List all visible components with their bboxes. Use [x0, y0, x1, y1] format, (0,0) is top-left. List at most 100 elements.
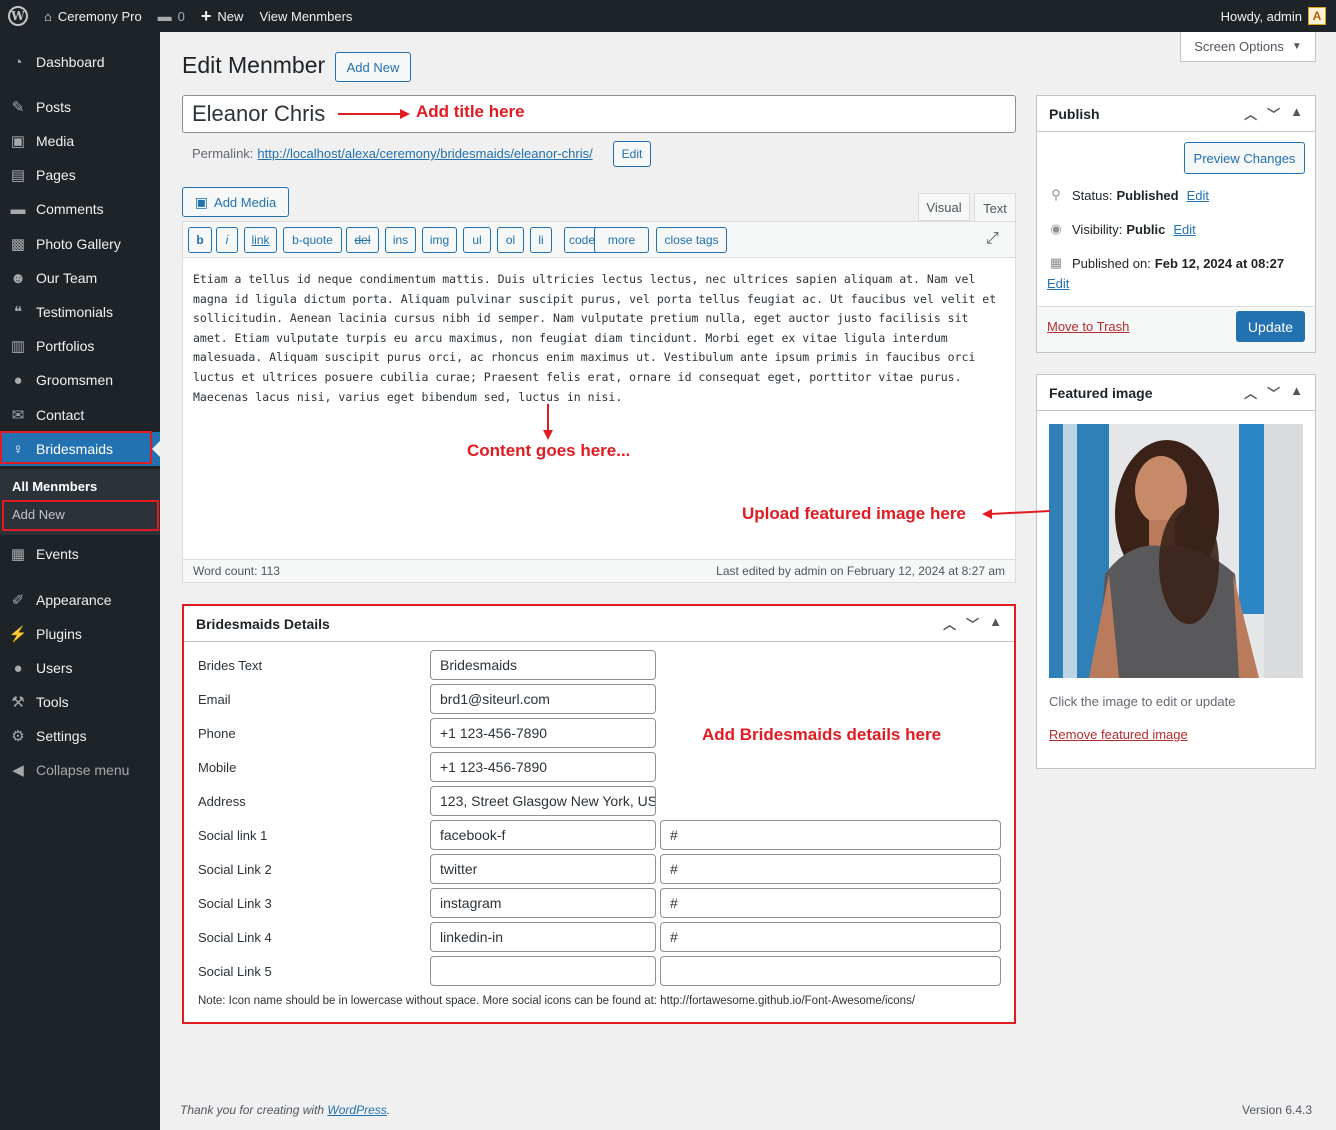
sidebar-item-comments[interactable]: ▬ Comments	[0, 192, 160, 226]
social-url-input-3[interactable]: #	[660, 888, 1001, 918]
permalink-url[interactable]: http://localhost/alexa/ceremony/bridesma…	[257, 146, 592, 161]
chevron-down-icon[interactable]: ﹀	[1267, 104, 1280, 123]
featured-image-thumbnail[interactable]	[1049, 424, 1303, 678]
sidebar-item-label: Portfolios	[36, 338, 95, 354]
permalink-edit-button[interactable]: Edit	[613, 141, 651, 167]
comments-link[interactable]: ▬ 0	[150, 0, 193, 32]
quicktag-del-button[interactable]: del	[346, 227, 379, 253]
site-name: Ceremony Pro	[57, 8, 142, 24]
sidebar-item-label: Pages	[36, 167, 76, 183]
quicktag-close-tags-button[interactable]: close tags	[656, 227, 727, 253]
social-url-input-2[interactable]: #	[660, 854, 1001, 884]
wordpress-logo[interactable]: W	[0, 0, 36, 32]
annotation-details: Add Bridesmaids details here	[702, 725, 942, 744]
sidebar-item-testimonials[interactable]: ❝ Testimonials	[0, 295, 160, 329]
sidebar-item-our-team[interactable]: ☻ Our Team	[0, 261, 160, 295]
footer-version: Version 6.4.3	[1242, 1103, 1313, 1117]
wordpress-link[interactable]: WordPress	[327, 1103, 386, 1117]
field-input-brides-text[interactable]: Bridesmaids	[430, 650, 656, 680]
published-label: Published on:	[1072, 255, 1151, 271]
field-input-phone[interactable]: +1 123-456-7890	[430, 718, 656, 748]
sidebar-item-label: Settings	[36, 728, 87, 744]
plugin-icon: ⚡	[8, 626, 28, 643]
chevron-up-icon[interactable]: ︿	[943, 614, 956, 633]
submenu-all-members[interactable]: All Menmbers	[12, 479, 97, 494]
portfolio-icon: ▥	[10, 338, 26, 355]
quicktag-more-button[interactable]: more	[594, 227, 649, 253]
annotation-add-title: Add title here	[416, 102, 525, 121]
quicktag-li-button[interactable]: li	[530, 227, 552, 253]
add-media-button[interactable]: ▣ Add Media	[182, 187, 289, 217]
toggle-panel-icon[interactable]: ▲	[989, 614, 1002, 633]
sidebar-item-tools[interactable]: ⚒ Tools	[0, 685, 160, 719]
status-edit-link[interactable]: Edit	[1187, 188, 1209, 203]
chevron-up-icon[interactable]: ︿	[1244, 383, 1257, 402]
visibility-edit-link[interactable]: Edit	[1173, 222, 1195, 237]
new-content-link[interactable]: + New	[193, 0, 252, 32]
social-link-label: Social Link 4	[198, 930, 272, 945]
quicktag-ul-button[interactable]: ul	[463, 227, 491, 253]
sidebar-item-portfolios[interactable]: ▥ Portfolios	[0, 329, 160, 363]
quicktag-i-button[interactable]: i	[216, 227, 238, 253]
social-icon-input-5[interactable]	[430, 956, 656, 986]
sidebar-item-events[interactable]: ▦ Events	[0, 537, 160, 571]
sidebar-item-collapse-menu[interactable]: ◀ Collapse menu	[0, 753, 160, 787]
field-label: Phone	[198, 726, 236, 741]
sidebar-item-users[interactable]: ● Users	[0, 651, 160, 685]
sidebar-item-photo-gallery[interactable]: ▩ Photo Gallery	[0, 227, 160, 261]
fullscreen-icon[interactable]: ⤢	[986, 230, 999, 248]
details-note: Note: Icon name should be in lowercase w…	[198, 995, 916, 1007]
site-name-link[interactable]: ⌂ Ceremony Pro	[36, 0, 150, 32]
status-label: Status:	[1072, 187, 1113, 203]
visibility-value: Public	[1126, 221, 1166, 237]
social-icon-input-3[interactable]: instagram	[430, 888, 656, 918]
toggle-panel-icon[interactable]: ▲	[1290, 383, 1303, 402]
social-icon-input-1[interactable]: facebook-f	[430, 820, 656, 850]
social-url-input-5[interactable]	[660, 956, 1001, 986]
quicktag-link-button[interactable]: link	[244, 227, 277, 253]
chevron-down-icon[interactable]: ﹀	[966, 614, 979, 633]
chevron-up-icon[interactable]: ︿	[1244, 104, 1257, 123]
published-edit-link[interactable]: Edit	[1047, 276, 1069, 291]
screen-options-button[interactable]: Screen Options ▼	[1180, 32, 1316, 62]
sidebar-item-posts[interactable]: ✎ Posts	[0, 90, 160, 124]
quicktag-img-button[interactable]: img	[422, 227, 457, 253]
sidebar-item-settings[interactable]: ⚙ Settings	[0, 719, 160, 753]
tab-text[interactable]: Text	[974, 193, 1016, 222]
move-to-trash-link[interactable]: Move to Trash	[1047, 319, 1129, 334]
sidebar-item-pages[interactable]: ▤ Pages	[0, 158, 160, 192]
field-input-address[interactable]: 123, Street Glasgow New York, US	[430, 786, 656, 816]
quicktag-ol-button[interactable]: ol	[497, 227, 524, 253]
sidebar-item-plugins[interactable]: ⚡ Plugins	[0, 617, 160, 651]
sidebar-item-dashboard[interactable]: ◔ Dashboard	[0, 45, 160, 79]
quicktag-ins-button[interactable]: ins	[385, 227, 416, 253]
sidebar-item-label: Our Team	[36, 270, 98, 286]
toggle-panel-icon[interactable]: ▲	[1290, 104, 1303, 123]
preview-changes-button[interactable]: Preview Changes	[1184, 142, 1305, 174]
sidebar-item-appearance[interactable]: ✐ Appearance	[0, 583, 160, 617]
remove-featured-image-link[interactable]: Remove featured image	[1049, 727, 1188, 742]
page-icon: ▤	[10, 167, 26, 184]
details-header: Bridesmaids Details ︿ ﹀ ▲	[184, 606, 1014, 642]
quicktag-b-button[interactable]: b	[188, 227, 212, 253]
social-icon-input-2[interactable]: twitter	[430, 854, 656, 884]
tab-visual[interactable]: Visual	[918, 193, 970, 221]
quicktag-b-quote-button[interactable]: b-quote	[283, 227, 342, 253]
field-input-mobile[interactable]: +1 123-456-7890	[430, 752, 656, 782]
add-new-button[interactable]: Add New	[335, 52, 411, 82]
post-title-input[interactable]: Eleanor Chris	[182, 95, 1016, 133]
my-account[interactable]: Howdy, admin A	[1221, 7, 1336, 25]
update-button[interactable]: Update	[1236, 311, 1305, 342]
field-input-email[interactable]: brd1@siteurl.com	[430, 684, 656, 714]
sidebar-item-media[interactable]: ▣ Media	[0, 124, 160, 158]
editor-content[interactable]: Etiam a tellus id neque condimentum matt…	[193, 270, 1008, 407]
sidebar-item-contact[interactable]: ✉ Contact	[0, 398, 160, 432]
last-edited: Last edited by admin on February 12, 202…	[716, 564, 1005, 578]
details-title: Bridesmaids Details	[196, 615, 330, 632]
sidebar-item-groomsmen[interactable]: ● Groomsmen	[0, 363, 160, 397]
social-url-input-4[interactable]: #	[660, 922, 1001, 952]
chevron-down-icon[interactable]: ﹀	[1267, 383, 1280, 402]
view-members-link[interactable]: View Menmbers	[251, 0, 360, 32]
social-url-input-1[interactable]: #	[660, 820, 1001, 850]
social-icon-input-4[interactable]: linkedin-in	[430, 922, 656, 952]
